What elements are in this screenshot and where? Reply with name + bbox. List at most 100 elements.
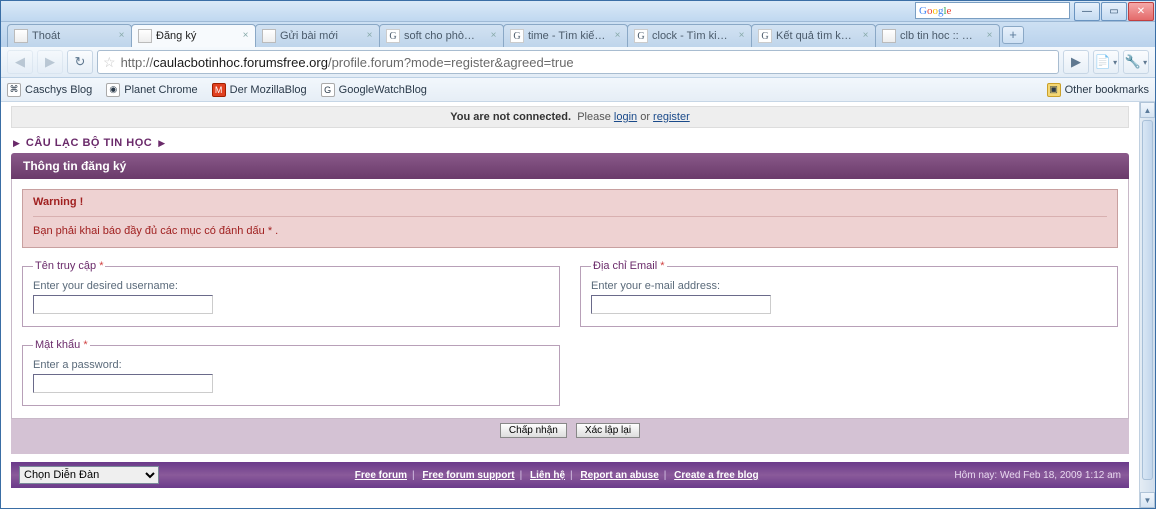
close-tab-icon[interactable]: × <box>860 30 871 41</box>
breadcrumb-home[interactable]: CÂU LẠC BỘ TIN HỌC <box>26 137 152 149</box>
forum-jump-select[interactable]: Chọn Diễn Ðàn <box>19 466 159 484</box>
favicon-icon: G <box>321 83 335 97</box>
bookmark-label: Der MozillaBlog <box>230 84 307 96</box>
close-tab-icon[interactable]: × <box>116 30 127 41</box>
page-icon <box>138 29 152 43</box>
navigation-bar: ◀ ▶ ↻ ☆ http://caulacbotinhoc.forumsfree… <box>1 47 1155 78</box>
warning-message: Bạn phải khai báo đầy đủ các mục có đánh… <box>33 225 1107 237</box>
close-tab-icon[interactable]: × <box>240 30 251 41</box>
url-text: http://caulacbotinhoc.forumsfree.org/pro… <box>121 55 574 70</box>
submit-button[interactable]: Chấp nhận <box>500 423 567 438</box>
scrollbar-thumb[interactable] <box>1142 120 1153 480</box>
tab-item[interactable]: Gsoft cho phò… × <box>379 24 504 47</box>
bookmark-star-icon[interactable]: ☆ <box>103 54 116 71</box>
footer-link[interactable]: Report an abuse <box>580 470 658 481</box>
close-tab-icon[interactable]: × <box>488 30 499 41</box>
google-icon: G <box>634 29 648 43</box>
bookmarks-bar: ⌘ Caschys Blog ◉ Planet Chrome M Der Mozill… <box>1 78 1155 102</box>
tab-label: clock - Tìm ki… <box>652 30 728 42</box>
login-link[interactable]: login <box>614 111 637 123</box>
google-logo: Google <box>919 5 951 17</box>
tab-strip: Thoát × Đăng ký × Gửi bài mới × Gsoft cho p… <box>1 22 1155 47</box>
tab-label: Kết quả tìm k… <box>776 30 852 42</box>
tab-item[interactable]: Gtime - Tìm kiế…× <box>503 24 628 47</box>
scroll-up-button[interactable]: ▲ <box>1140 102 1155 118</box>
bookmark-item[interactable]: G GoogleWatchBlog <box>321 83 427 97</box>
tab-item[interactable]: GKết quả tìm k…× <box>751 24 876 47</box>
close-tab-icon[interactable]: × <box>364 30 375 41</box>
divider <box>33 216 1107 217</box>
spacer <box>11 442 1129 454</box>
browser-window: Google — ▭ ✕ Thoát × Đăng ký × Gửi bài mới… <box>0 0 1156 509</box>
close-tab-icon[interactable]: × <box>984 30 995 41</box>
username-fieldset: Tên truy cập * Enter your desired userna… <box>22 260 560 327</box>
new-tab-button[interactable]: + <box>1002 26 1024 44</box>
go-button[interactable]: ▶ <box>1063 50 1089 74</box>
tab-item[interactable]: Gclock - Tìm ki… × <box>627 24 752 47</box>
google-icon: G <box>386 29 400 43</box>
page-icon <box>882 29 896 43</box>
bookmark-label: GoogleWatchBlog <box>339 84 427 96</box>
footer-link[interactable]: Create a free blog <box>674 470 758 481</box>
reload-button[interactable]: ↻ <box>67 50 93 74</box>
breadcrumb: ▶ CÂU LẠC BỘ TIN HỌC ▶ <box>11 131 1129 153</box>
tab-item[interactable]: Gửi bài mới × <box>255 24 380 47</box>
password-hint: Enter a password: <box>33 359 549 371</box>
tab-label: Đăng ký <box>156 30 196 42</box>
close-tab-icon[interactable]: × <box>612 30 623 41</box>
tab-item-active[interactable]: Đăng ký × <box>131 24 256 47</box>
page-menu-button[interactable]: 📄▾ <box>1093 50 1119 74</box>
close-tab-icon[interactable]: × <box>736 30 747 41</box>
tab-label: clb tin hoc :: … <box>900 30 973 42</box>
footer-links: Free forum| Free forum support| Liên hệ|… <box>159 470 954 481</box>
section-body: Warning ! Bạn phải khai báo đầy đủ các m… <box>11 179 1129 419</box>
favicon-icon: ⌘ <box>7 83 21 97</box>
address-bar[interactable]: ☆ http://caulacbotinhoc.forumsfree.org/p… <box>97 50 1059 74</box>
footer-link[interactable]: Liên hệ <box>530 470 565 481</box>
footer-date: Hôm nay: Wed Feb 18, 2009 1:12 am <box>954 470 1121 481</box>
bookmark-item[interactable]: ◉ Planet Chrome <box>106 83 197 97</box>
username-legend: Tên truy cập * <box>33 260 105 272</box>
username-hint: Enter your desired username: <box>33 280 549 292</box>
warning-title: Warning ! <box>33 196 1107 208</box>
vertical-scrollbar[interactable]: ▲ ▼ <box>1139 102 1155 508</box>
browser-search-box[interactable]: Google <box>915 2 1070 19</box>
username-input[interactable] <box>33 295 213 314</box>
forward-button[interactable]: ▶ <box>37 50 63 74</box>
page-icon <box>262 29 276 43</box>
google-icon: G <box>510 29 524 43</box>
other-bookmarks-button[interactable]: ▣Other bookmarks <box>1047 83 1149 97</box>
password-fieldset: Mật khẩu * Enter a password: <box>22 339 560 406</box>
favicon-icon: ◉ <box>106 83 120 97</box>
password-legend: Mật khẩu * <box>33 339 90 351</box>
footer-link[interactable]: Free forum support <box>422 470 514 481</box>
maximize-button[interactable]: ▭ <box>1101 2 1127 21</box>
triangle-icon: ▶ <box>13 138 20 149</box>
minimize-button[interactable]: — <box>1074 2 1100 21</box>
button-row: Chấp nhận Xác lập lại <box>11 419 1129 442</box>
tab-item[interactable]: clb tin hoc :: … × <box>875 24 1000 47</box>
back-button[interactable]: ◀ <box>7 50 33 74</box>
favicon-icon: M <box>212 83 226 97</box>
bookmark-label: Caschys Blog <box>25 84 92 96</box>
password-input[interactable] <box>33 374 213 393</box>
tab-label: Gửi bài mới <box>280 30 338 42</box>
bookmark-label: Planet Chrome <box>124 84 197 96</box>
section-header: Thông tin đăng ký <box>11 153 1129 179</box>
close-window-button[interactable]: ✕ <box>1128 2 1154 21</box>
footer-link[interactable]: Free forum <box>355 470 407 481</box>
register-link[interactable]: register <box>653 111 690 123</box>
bookmark-item[interactable]: M Der MozillaBlog <box>212 83 307 97</box>
tab-label: soft cho phò… <box>404 30 475 42</box>
scroll-down-button[interactable]: ▼ <box>1140 492 1155 508</box>
login-notice: You are not connected. Please login or r… <box>11 106 1129 128</box>
page-viewport: ▲ ▼ You are not connected. Please login … <box>1 102 1155 508</box>
email-input[interactable] <box>591 295 771 314</box>
triangle-icon: ▶ <box>158 138 165 149</box>
bookmark-item[interactable]: ⌘ Caschys Blog <box>7 83 92 97</box>
reset-button[interactable]: Xác lập lại <box>576 423 640 438</box>
tab-item[interactable]: Thoát × <box>7 24 132 47</box>
other-bookmarks-label: Other bookmarks <box>1065 84 1149 96</box>
wrench-menu-button[interactable]: 🔧▾ <box>1123 50 1149 74</box>
tab-label: Thoát <box>32 30 60 42</box>
